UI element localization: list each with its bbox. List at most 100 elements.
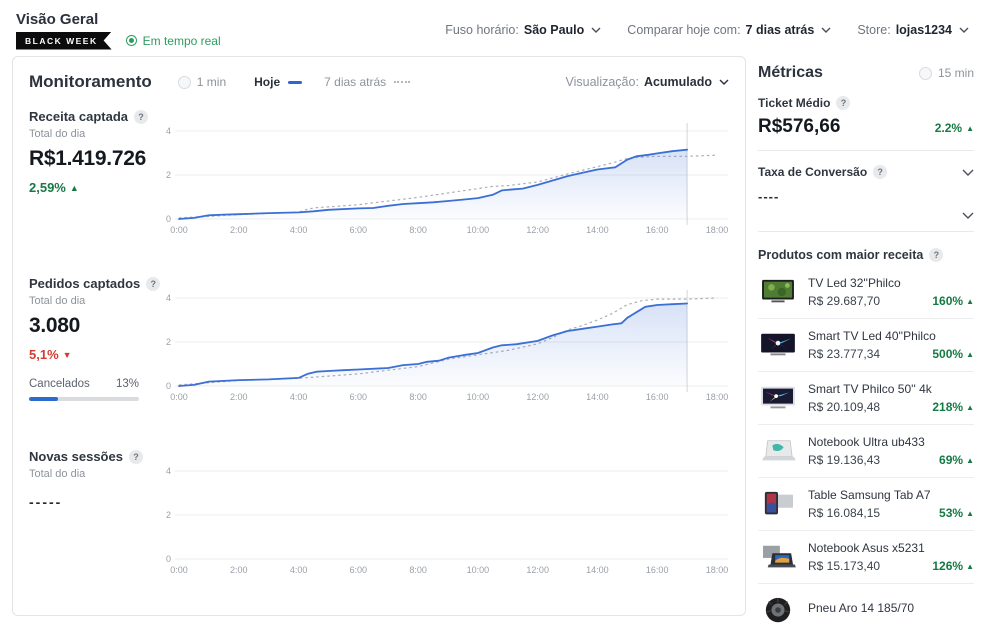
svg-text:8:00: 8:00 [409, 225, 427, 235]
products-title: Produtos com maior receita [758, 248, 923, 262]
metric-delta: 2,59%▲ [29, 180, 165, 195]
svg-text:4: 4 [166, 466, 171, 476]
svg-text:2:00: 2:00 [230, 392, 248, 402]
section-novas-sessoes: Novas sessões ? Total do dia ----- 0 2 4… [13, 437, 745, 610]
chevron-down-icon[interactable] [962, 212, 974, 219]
svg-text:10:00: 10:00 [467, 392, 490, 402]
cancelados-value: 13% [116, 378, 139, 390]
product-delta: 69% [939, 453, 963, 467]
realtime-dot-icon [126, 35, 137, 46]
metric-subtitle: Total do dia [29, 295, 165, 307]
legend-compare-label: 7 dias atrás [324, 75, 386, 89]
svg-text:0:00: 0:00 [170, 565, 188, 575]
store-label: Store: [857, 23, 890, 37]
chevron-down-icon[interactable] [962, 169, 974, 176]
product-thumbnail [758, 276, 798, 308]
product-thumbnail [758, 329, 798, 361]
realtime-label: Em tempo real [143, 34, 221, 48]
view-mode-selector[interactable]: Visualização: Acumulado [566, 75, 730, 89]
metric-title: Novas sessões [29, 449, 123, 464]
metric-delta: 5,1%▼ [29, 347, 165, 362]
compare-selector[interactable]: Comparar hoje com: 7 dias atrás [627, 23, 831, 37]
product-name: TV Led 32''Philco [808, 276, 974, 291]
help-icon[interactable]: ? [146, 277, 160, 291]
product-list-item[interactable]: Notebook Ultra ub433 R$ 19.136,43 69% ▲ [758, 424, 974, 477]
product-list-item[interactable]: Smart TV Philco 50'' 4k R$ 20.109,48 218… [758, 371, 974, 424]
help-icon[interactable]: ? [129, 450, 143, 464]
monitoring-card: Monitoramento 1 min Hoje 7 dias atrás Vi… [12, 56, 746, 616]
divider [758, 150, 974, 151]
product-delta: 500% [932, 347, 963, 361]
svg-text:16:00: 16:00 [646, 225, 669, 235]
product-thumbnail [758, 594, 798, 626]
svg-text:12:00: 12:00 [526, 565, 549, 575]
svg-text:16:00: 16:00 [646, 565, 669, 575]
svg-text:8:00: 8:00 [409, 392, 427, 402]
help-icon[interactable]: ? [929, 248, 943, 262]
trend-arrow-icon: ▲ [966, 124, 974, 133]
ticket-medio-label: Ticket Médio [758, 96, 830, 110]
product-list-item[interactable]: TV Led 32''Philco R$ 29.687,70 160% ▲ [758, 266, 974, 318]
metric-value: 3.080 [29, 314, 165, 338]
product-delta-badge: 160% ▲ [932, 294, 974, 308]
dotted-line-icon [394, 81, 410, 83]
product-price: R$ 29.687,70 [808, 294, 880, 308]
interval-radio-1min[interactable]: 1 min [178, 75, 226, 89]
svg-text:2:00: 2:00 [230, 225, 248, 235]
svg-text:2: 2 [166, 170, 171, 180]
trend-arrow-icon: ▲ [966, 509, 974, 518]
cancelados-row: Cancelados 13% [29, 378, 139, 390]
legend-compare[interactable]: 7 dias atrás [324, 75, 410, 89]
legend-today[interactable]: Hoje [254, 75, 302, 89]
svg-text:6:00: 6:00 [350, 565, 368, 575]
product-name: Smart TV Philco 50'' 4k [808, 382, 974, 397]
chevron-down-icon [959, 27, 969, 33]
svg-text:14:00: 14:00 [586, 225, 609, 235]
interval-label: 15 min [938, 66, 974, 80]
product-list-item[interactable]: Table Samsung Tab A7 R$ 16.084,15 53% ▲ [758, 477, 974, 530]
store-selector[interactable]: Store: lojas1234 [857, 23, 969, 37]
product-delta-badge: 53% ▲ [939, 506, 974, 520]
trend-arrow-icon: ▲ [966, 403, 974, 412]
product-thumbnail [758, 541, 798, 573]
product-list-item[interactable]: Notebook Asus x5231 R$ 15.173,40 126% ▲ [758, 530, 974, 583]
product-delta-badge: 69% ▲ [939, 453, 974, 467]
store-value: lojas1234 [896, 23, 952, 37]
view-label: Visualização: [566, 75, 639, 89]
svg-text:12:00: 12:00 [526, 225, 549, 235]
chevron-down-icon [821, 27, 831, 33]
timezone-value: São Paulo [524, 23, 584, 37]
svg-text:10:00: 10:00 [467, 225, 490, 235]
help-icon[interactable]: ? [134, 110, 148, 124]
timezone-label: Fuso horário: [445, 23, 519, 37]
product-price: R$ 15.173,40 [808, 559, 880, 573]
product-name: Smart TV Led 40''Philco [808, 329, 974, 344]
product-delta: 126% [932, 559, 963, 573]
monitoring-header: Monitoramento 1 min Hoje 7 dias atrás Vi… [13, 57, 745, 92]
svg-text:18:00: 18:00 [706, 565, 729, 575]
cancelados-progress-fill [29, 397, 58, 401]
svg-text:16:00: 16:00 [646, 392, 669, 402]
timezone-selector[interactable]: Fuso horário: São Paulo [445, 23, 601, 37]
product-list-item[interactable]: Pneu Aro 14 185/70 [758, 583, 974, 636]
interval-radio-15min[interactable]: 15 min [919, 66, 974, 80]
svg-text:4: 4 [166, 293, 171, 303]
cancelados-progress-bar [29, 397, 139, 401]
svg-text:0:00: 0:00 [170, 225, 188, 235]
svg-text:4:00: 4:00 [290, 565, 308, 575]
help-icon[interactable]: ? [873, 165, 887, 179]
solid-line-icon [288, 81, 302, 84]
products-list: TV Led 32''Philco R$ 29.687,70 160% ▲ Sm… [758, 266, 974, 636]
metric-subtitle: Total do dia [29, 468, 165, 480]
help-icon[interactable]: ? [836, 96, 850, 110]
svg-text:14:00: 14:00 [586, 392, 609, 402]
realtime-indicator: Em tempo real [126, 34, 221, 48]
product-name: Table Samsung Tab A7 [808, 488, 974, 503]
product-list-item[interactable]: Smart TV Led 40''Philco R$ 23.777,34 500… [758, 318, 974, 371]
metrics-title: Métricas [758, 64, 823, 82]
page-title: Visão Geral [16, 11, 221, 28]
radio-icon [178, 76, 191, 89]
interval-label: 1 min [197, 75, 226, 89]
metric-subtitle: Total do dia [29, 128, 165, 140]
product-thumbnail [758, 488, 798, 520]
